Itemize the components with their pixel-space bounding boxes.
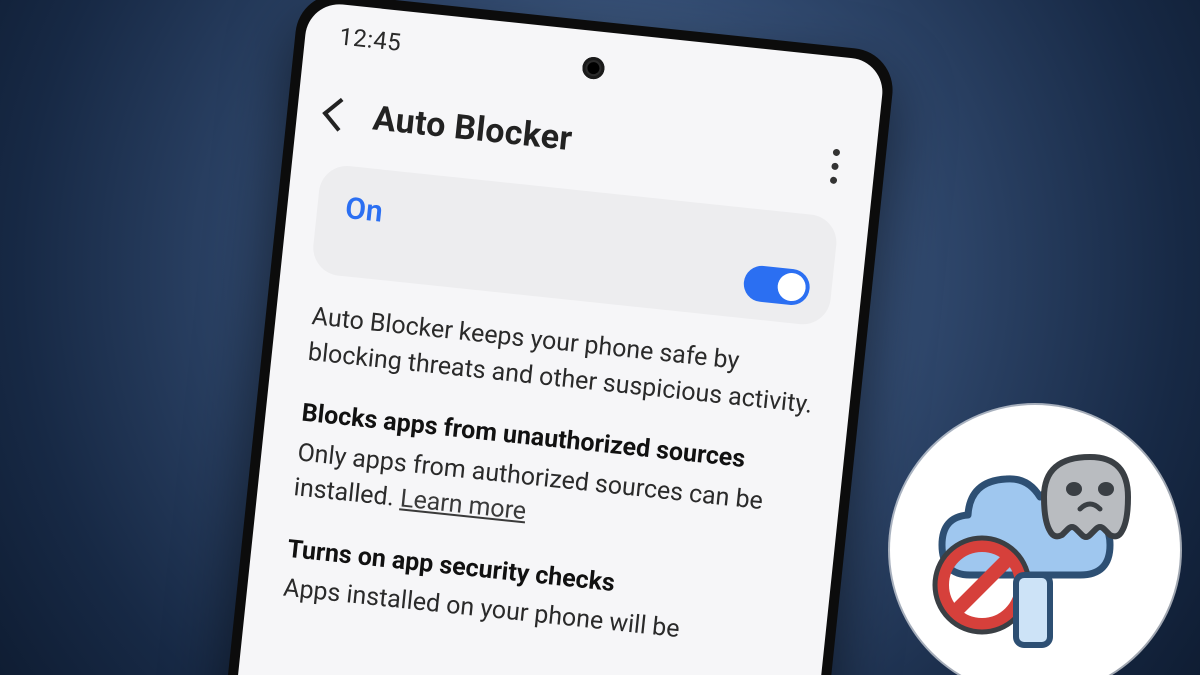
learn-more-link[interactable]: Learn more: [399, 485, 528, 527]
malware-cloud-blocked-icon: [920, 435, 1150, 665]
more-options-icon[interactable]: [830, 149, 841, 185]
master-toggle-switch[interactable]: [742, 264, 811, 307]
phone-screen: 12:45 Auto Blocker On Auto Blocker keeps…: [186, 1, 886, 675]
promo-stage: 12:45 Auto Blocker On Auto Blocker keeps…: [0, 0, 1200, 675]
toggle-state-label: On: [343, 188, 809, 279]
settings-content: Auto Blocker On Auto Blocker keeps your …: [246, 87, 877, 664]
front-camera-cutout: [581, 56, 605, 80]
master-toggle-card[interactable]: On: [310, 164, 839, 328]
phone-frame: 12:45 Auto Blocker On Auto Blocker keeps…: [175, 0, 897, 675]
malware-badge: [890, 405, 1180, 675]
back-icon[interactable]: [322, 98, 356, 132]
status-bar-time: 12:45: [338, 22, 403, 56]
page-title: Auto Blocker: [370, 94, 574, 163]
